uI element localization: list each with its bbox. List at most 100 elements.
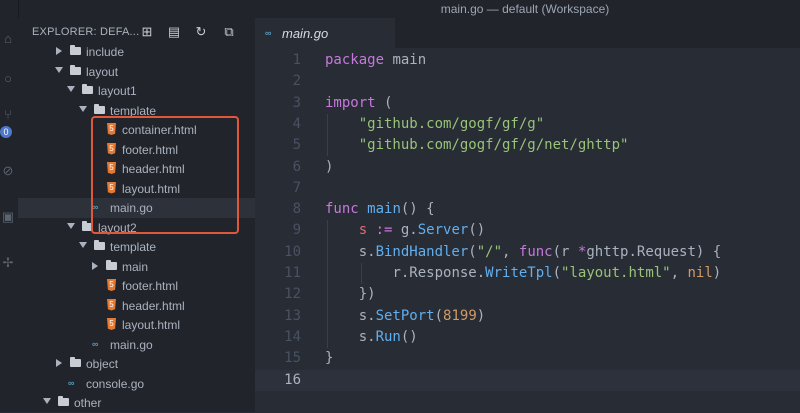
code-line[interactable]: 7: [255, 178, 800, 199]
code-line[interactable]: 16: [255, 369, 800, 391]
search-icon[interactable]: ○: [1, 72, 15, 86]
code-text: "github.com/gogf/gf/g/net/ghttp": [325, 137, 629, 153]
collapse-all-icon[interactable]: ⧉: [221, 24, 237, 40]
code-line[interactable]: 4 "github.com/gogf/gf/g": [255, 114, 800, 135]
code-token: WriteTpl: [485, 265, 553, 281]
tree-file[interactable]: ∞ console.go: [18, 374, 255, 394]
folder-icon: [82, 84, 93, 94]
code-line[interactable]: 14 s.Run(): [255, 327, 800, 348]
code-token: g.: [400, 222, 418, 239]
go-file-icon: ∞: [92, 338, 99, 349]
new-folder-icon[interactable]: ▤: [166, 24, 182, 40]
chevron-down-icon[interactable]: [55, 66, 63, 73]
chevron-down-icon[interactable]: [79, 242, 87, 248]
chevron-down-icon[interactable]: [67, 86, 75, 92]
chevron-down-icon[interactable]: [79, 105, 87, 112]
explorer-title: EXPLORER: DEFA...: [32, 26, 140, 38]
code-line[interactable]: 12 }): [255, 284, 800, 305]
code-token: ,: [670, 265, 688, 281]
code-text: }: [325, 350, 333, 366]
code-line[interactable]: 5 "github.com/gogf/gf/g/net/ghttp": [255, 135, 800, 156]
code-line[interactable]: 8 func main() {: [255, 199, 800, 220]
folder-icon: [58, 396, 69, 406]
chevron-right-icon[interactable]: [92, 261, 98, 270]
code-token: main: [367, 201, 401, 218]
code-line[interactable]: 1 package main: [255, 50, 800, 71]
code-token: (: [552, 265, 562, 281]
source-control-badge: 0: [0, 126, 12, 138]
line-number: 10: [284, 243, 301, 260]
chevron-down-icon[interactable]: [67, 222, 75, 229]
tree-folder[interactable]: include: [18, 42, 255, 62]
tree-item-label: footer.html: [122, 279, 179, 293]
code-text: package main: [325, 52, 426, 68]
tab-main-go[interactable]: ∞ main.go: [255, 18, 395, 48]
tree-folder[interactable]: object: [18, 354, 255, 374]
refresh-icon[interactable]: ↻: [193, 24, 209, 40]
tree-folder[interactable]: other: [18, 393, 255, 413]
code-token: s.: [358, 307, 376, 324]
code-text: import (: [325, 95, 392, 111]
tree-item-label: other: [74, 396, 102, 410]
code-token: (): [468, 222, 486, 239]
tree-folder[interactable]: layout: [18, 62, 255, 82]
chevron-down-icon[interactable]: [43, 398, 51, 404]
code-line[interactable]: 3 import (: [255, 93, 800, 114]
tree-folder[interactable]: template: [18, 237, 255, 257]
tree-item-label: console.go: [86, 376, 145, 391]
extensions-icon[interactable]: ▣: [1, 210, 15, 224]
code-line[interactable]: 2: [255, 71, 800, 92]
line-number: 14: [284, 328, 301, 345]
annotation-highlight-box: [91, 116, 239, 234]
line-number: 13: [284, 307, 301, 324]
tree-file[interactable]: 5 footer.html: [18, 276, 255, 296]
chevron-right-icon[interactable]: [56, 359, 62, 367]
code-text: }): [325, 286, 376, 302]
code-token: 8199: [443, 307, 477, 324]
tree-folder[interactable]: main: [18, 257, 255, 277]
html-file-icon: 5: [107, 318, 116, 330]
code-line[interactable]: 11 r.Response.WriteTpl("layout.html", ni…: [255, 263, 800, 284]
tree-file[interactable]: 5 header.html: [18, 296, 255, 316]
code-token: }: [325, 350, 334, 367]
files-icon[interactable]: ⌂: [1, 32, 15, 46]
code-token: ghttp.Request) {: [586, 243, 722, 260]
code-line[interactable]: 15}: [255, 348, 800, 369]
tree-file[interactable]: ∞ main.go: [18, 335, 255, 355]
tree-file[interactable]: 5 layout.html: [18, 315, 255, 335]
code-text: s := g.Server(): [325, 222, 485, 238]
window-title: main.go — default (Workspace): [440, 2, 610, 16]
code-line[interactable]: 9 s := g.Server(): [255, 220, 800, 241]
editor: ∞ main.go 1 package main 2 3 import (4 "gith…: [255, 18, 800, 412]
code-line[interactable]: 6): [255, 157, 800, 178]
code-token: (: [375, 94, 393, 111]
tools-icon[interactable]: ✢: [1, 256, 15, 270]
debug-icon[interactable]: ⊘: [1, 164, 15, 178]
code-token: Run: [375, 328, 401, 345]
code-line[interactable]: 10 s.BindHandler("/", func(r *ghttp.Requ…: [255, 242, 800, 263]
code-text: s.BindHandler("/", func(r *ghttp.Request…: [325, 244, 721, 260]
explorer-sidebar: EXPLORER: DEFA... ⊞ ▤ ↻ ⧉ include layout l…: [18, 18, 255, 412]
code-text: s.SetPort(8199): [325, 308, 485, 324]
go-file-icon: ∞: [265, 28, 272, 38]
code-token: "/": [476, 243, 503, 260]
code-token: Server: [417, 222, 469, 239]
tree-folder[interactable]: layout1: [18, 81, 255, 101]
tree-item-label: header.html: [122, 298, 185, 313]
code-token: "github.com/gogf/gf/g": [358, 115, 545, 132]
code-token: ): [712, 265, 722, 281]
code-line[interactable]: 13 s.SetPort(8199): [255, 306, 800, 327]
chevron-right-icon[interactable]: [56, 47, 62, 55]
tree-item-label: object: [86, 357, 119, 371]
source-control-icon[interactable]: ⑂: [1, 108, 15, 122]
folder-icon: [70, 45, 81, 55]
tree-item-label: include: [86, 45, 125, 59]
new-file-icon[interactable]: ⊞: [139, 24, 155, 40]
tree-item-label: main.go: [110, 337, 153, 352]
code-token: s.: [358, 243, 376, 260]
indent-guide: [327, 220, 328, 349]
